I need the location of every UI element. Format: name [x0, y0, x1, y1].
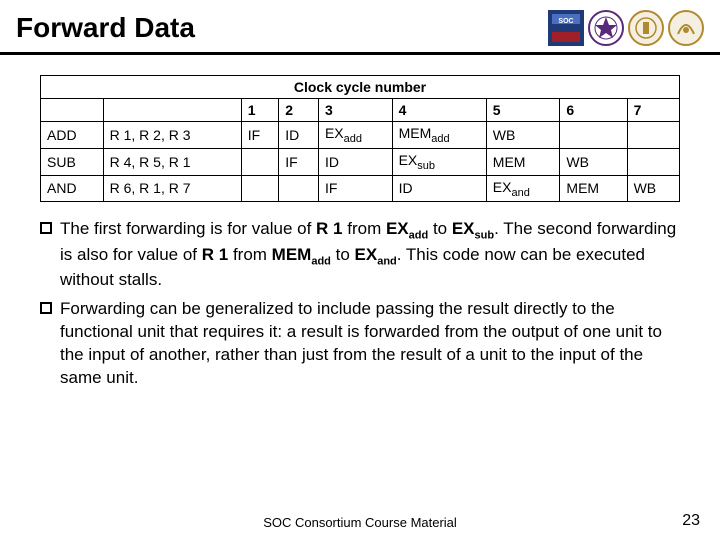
bullet-item: Forwarding can be generalized to include…: [40, 298, 680, 390]
stage-cell: EXsub: [392, 148, 486, 175]
stage-cell: EXand: [486, 175, 560, 202]
bullet-square-icon: [40, 222, 52, 234]
column-header: 6: [560, 99, 627, 122]
table-row: SUBR 4, R 5, R 1 IFIDEXsubMEMWB: [41, 148, 680, 175]
pipeline-table: Clock cycle number1234567ADDR 1, R 2, R …: [40, 75, 680, 202]
column-header: [41, 99, 104, 122]
stage-cell: ID: [279, 122, 319, 149]
instr-cell: AND: [41, 175, 104, 202]
stage-cell: [241, 175, 278, 202]
stage-cell: ID: [318, 148, 392, 175]
stage-cell: ID: [392, 175, 486, 202]
bullet-square-icon: [40, 302, 52, 314]
logo-row: SOC: [548, 10, 704, 46]
table-row: ADDR 1, R 2, R 3IFIDEXaddMEMaddWB: [41, 122, 680, 149]
bullet-item: The first forwarding is for value of R 1…: [40, 218, 680, 291]
stage-cell: WB: [486, 122, 560, 149]
gold-seal-2-icon: [668, 10, 704, 46]
stage-cell: WB: [627, 175, 679, 202]
column-header: 1: [241, 99, 278, 122]
stage-cell: IF: [318, 175, 392, 202]
column-header: 4: [392, 99, 486, 122]
gold-seal-1-icon: [628, 10, 664, 46]
regs-cell: R 6, R 1, R 7: [103, 175, 241, 202]
stage-cell: EXadd: [318, 122, 392, 149]
page-title: Forward Data: [16, 12, 195, 44]
svg-text:SOC: SOC: [558, 18, 573, 25]
footer-text: SOC Consortium Course Material: [0, 515, 720, 530]
column-header: [103, 99, 241, 122]
stage-cell: IF: [279, 148, 319, 175]
header: Forward Data SOC: [0, 0, 720, 55]
stage-cell: MEM: [486, 148, 560, 175]
column-header: 5: [486, 99, 560, 122]
stage-cell: [560, 122, 627, 149]
purple-seal-icon: [588, 10, 624, 46]
bullet-text: The first forwarding is for value of R 1…: [60, 218, 680, 291]
soc-logo-icon: SOC: [548, 10, 584, 46]
stage-cell: MEMadd: [392, 122, 486, 149]
page-number: 23: [682, 512, 700, 530]
table-banner: Clock cycle number: [41, 76, 680, 99]
column-header: 2: [279, 99, 319, 122]
stage-cell: [627, 148, 679, 175]
instr-cell: ADD: [41, 122, 104, 149]
regs-cell: R 1, R 2, R 3: [103, 122, 241, 149]
column-header: 7: [627, 99, 679, 122]
stage-cell: [627, 122, 679, 149]
column-header: 3: [318, 99, 392, 122]
regs-cell: R 4, R 5, R 1: [103, 148, 241, 175]
table-area: Clock cycle number1234567ADDR 1, R 2, R …: [0, 55, 720, 202]
bullet-text: Forwarding can be generalized to include…: [60, 298, 680, 390]
table-row: ANDR 6, R 1, R 7 IFIDEXandMEMWB: [41, 175, 680, 202]
stage-cell: WB: [560, 148, 627, 175]
stage-cell: [241, 148, 278, 175]
stage-cell: [279, 175, 319, 202]
stage-cell: IF: [241, 122, 278, 149]
stage-cell: MEM: [560, 175, 627, 202]
instr-cell: SUB: [41, 148, 104, 175]
bullet-list: The first forwarding is for value of R 1…: [0, 202, 720, 389]
